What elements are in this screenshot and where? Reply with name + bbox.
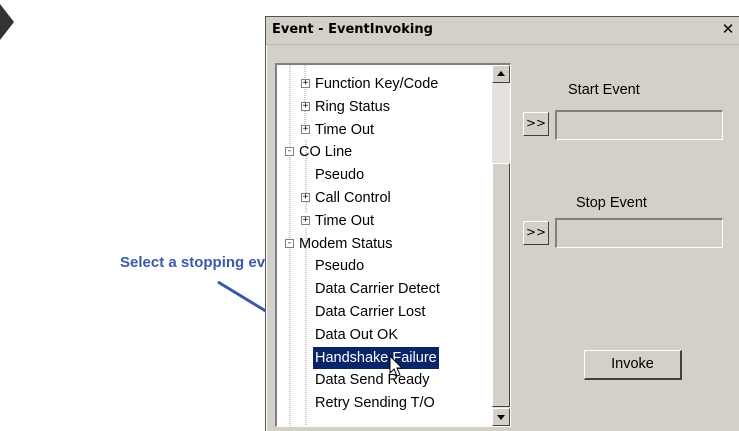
expand-icon[interactable]: + — [301, 215, 310, 225]
tree-item[interactable]: Retry Sending T/O — [277, 392, 491, 414]
start-event-field[interactable] — [555, 110, 723, 140]
close-icon[interactable]: ✕ — [719, 21, 737, 39]
tree-item-label: CO Line — [299, 144, 353, 161]
scroll-up-button[interactable] — [492, 65, 510, 83]
tree-item[interactable]: - CO Line — [277, 141, 491, 163]
tree-item[interactable]: Data Send Ready — [277, 369, 491, 391]
tree-item-label: Ring Status — [315, 98, 390, 115]
tree-item[interactable]: Data Carrier Detect — [277, 278, 491, 300]
stop-event-label: Stop Event — [576, 195, 647, 211]
collapse-icon[interactable]: - — [285, 147, 294, 157]
tree-item[interactable]: + Time Out — [277, 210, 491, 232]
start-event-add-button[interactable]: >> — [523, 112, 549, 136]
corner-arrow-icon — [0, 4, 14, 40]
invoke-button[interactable]: Invoke — [584, 350, 682, 380]
tree-item[interactable]: Data Carrier Lost — [277, 301, 491, 323]
tree-item-label: Modem Status — [299, 235, 393, 252]
tree-item[interactable]: + Time Out — [277, 119, 491, 141]
expand-icon[interactable]: + — [301, 101, 310, 111]
scroll-thumb[interactable] — [492, 163, 510, 407]
tree-item[interactable]: Handshake Failure — [277, 346, 491, 369]
tree-item[interactable]: Data Out OK — [277, 324, 491, 346]
scroll-down-button[interactable] — [492, 408, 510, 426]
tree-item[interactable]: + Ring Status — [277, 96, 491, 118]
tree-item-label: Pseudo — [315, 167, 365, 184]
tree-item[interactable]: Pseudo — [277, 164, 491, 186]
stop-event-add-button[interactable]: >> — [523, 221, 549, 245]
tree-item-label: Time Out — [315, 212, 375, 229]
expand-icon[interactable]: + — [301, 193, 310, 202]
start-event-label: Start Event — [568, 82, 640, 98]
tree-item-label: Data Carrier Lost — [315, 304, 426, 320]
arrow-down-icon — [497, 415, 505, 420]
arrow-up-icon — [497, 71, 505, 76]
tree-item-label: Handshake Failure — [313, 346, 439, 369]
expand-icon[interactable]: + — [301, 124, 310, 134]
tree-item[interactable]: - Modem Status — [277, 233, 491, 255]
event-invoking-dialog: Event - EventInvoking ✕ + Function Key/Co… — [265, 16, 739, 431]
tree-item-label: Pseudo — [315, 258, 365, 275]
expand-icon[interactable]: + — [301, 79, 310, 88]
tree-item[interactable]: + Call Control — [277, 187, 491, 209]
tree-item-label: Data Out OK — [315, 326, 399, 343]
tree-item-label: Data Carrier Detect — [315, 281, 440, 298]
tree-item-label: Time Out — [315, 121, 375, 138]
tree-scrollbar[interactable] — [492, 65, 510, 426]
tree-item-label: Retry Sending T/O — [315, 395, 435, 412]
dialog-title: Event - EventInvoking — [272, 22, 433, 37]
stop-event-field[interactable] — [555, 218, 723, 248]
tree-item-label: Function Key/Code — [315, 76, 439, 92]
tree-item-label: Call Control — [315, 190, 391, 206]
tree-item[interactable]: + Function Key/Code — [277, 73, 491, 95]
title-bar[interactable]: Event - EventInvoking ✕ — [266, 17, 739, 45]
collapse-icon[interactable]: - — [285, 238, 294, 248]
tree-item[interactable]: Pseudo — [277, 255, 491, 277]
tree-item-label: Data Send Ready — [315, 372, 430, 389]
mouse-cursor-icon — [389, 355, 404, 377]
